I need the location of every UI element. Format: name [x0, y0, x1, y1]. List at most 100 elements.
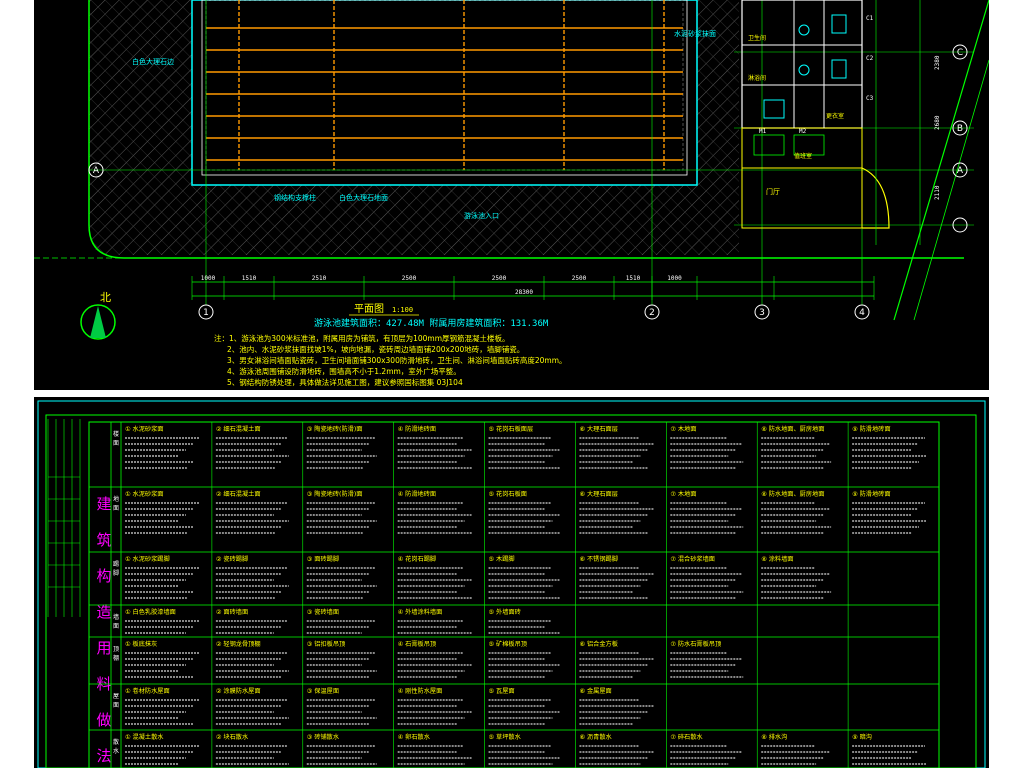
dim-label: 2500 [402, 275, 417, 282]
table-cell-title: ① 水泥砂浆面 [125, 425, 163, 433]
table-cell-title: ② 涂膜防水屋面 [216, 687, 261, 695]
table-cell-title: ② 细石混凝土面 [216, 490, 261, 498]
table-cell-title: ⑥ 金属屋面 [579, 687, 611, 695]
dim-label: 1000 [201, 275, 216, 282]
table-cell-title: ④ 花岗石踢脚 [398, 555, 436, 563]
side-title-char: 筑 [96, 531, 111, 549]
side-title-char: 造 [96, 603, 111, 621]
table-cell-title: ④ 防滑地砖面 [398, 425, 436, 433]
floor-plan-drawing: 1000 1510 2510 2500 2500 2500 1510 1000 28300 1 2… [34, 0, 989, 387]
table-cell-title: ⑤ 矿棉板吊顶 [489, 640, 527, 648]
axis-bubble-label: 3 [759, 308, 765, 318]
plan-title: 平面图 [354, 303, 384, 315]
table-frame [88, 421, 940, 768]
axis-bubble-label: 2 [649, 308, 655, 318]
row-category-char: 水 [113, 747, 119, 755]
table-cell-title: ② 细石混凝土面 [216, 425, 261, 433]
side-title-char: 建 [96, 495, 111, 513]
dim-label: 2510 [312, 275, 327, 282]
table-cell-title: ⑤ 木踢脚 [489, 555, 515, 563]
table-cell-title: ④ 石膏板吊顶 [398, 640, 436, 648]
table-cell-title: ④ 外墙涂料墙面 [398, 608, 443, 616]
table-cell-title: ⑦ 木地面 [670, 490, 696, 498]
table-cell-title: ⑥ 大理石面层 [579, 425, 617, 433]
table-cell-title: ① 卷材防水屋面 [125, 687, 170, 695]
table-cell-title: ③ 陶瓷地砖(防滑)面 [307, 425, 363, 433]
row-category-char: 墙 [113, 613, 119, 621]
table-cell-title: ③ 陶瓷地砖(防滑)面 [307, 490, 363, 498]
table-cell-title: ② 瓷砖踢脚 [216, 555, 248, 563]
row-category-char: 楼 [113, 430, 119, 438]
axis-bubble-label: 4 [859, 308, 865, 318]
table-cell-title: ⑤ 花岗石板面 [489, 490, 527, 498]
window-c2: C2 [866, 55, 874, 62]
dimension-lines: 1000 1510 2510 2500 2500 2500 1510 1000 28300 [191, 275, 875, 300]
row-axis-bubble-label: A [957, 166, 964, 176]
table-cell-title: ⑦ 防水石膏板吊顶 [670, 640, 721, 648]
table-cell-title: ⑥ 铝合金方板 [579, 640, 617, 648]
table-cell-title: ③ 瓷砖墙面 [307, 608, 339, 616]
table-cell-title: ⑤ 外墙面砖 [489, 608, 521, 616]
dim-label: 1510 [242, 275, 257, 282]
row-category-char: 面 [113, 440, 119, 447]
floor-plan-panel: 1000 1510 2510 2500 2500 2500 1510 1000 28300 1 2… [34, 0, 989, 390]
room-shower: 淋浴间 [748, 74, 766, 82]
side-title: 建筑构造用料做法 [96, 495, 111, 765]
door-m1: M1 [759, 128, 767, 135]
plan-note: 3、男女淋浴间墙面贴瓷砖，卫生间墙面铺300x300防滑地砖，卫生间、淋浴间墙面… [227, 355, 567, 365]
table-cell-title: ⑥ 沥青散水 [579, 733, 612, 741]
table-cell-title: ⑨ 防滑地砖面 [852, 425, 890, 433]
dim-right-1: 2380 [934, 55, 941, 70]
table-cell-title: ④ 刚性防水屋面 [398, 687, 443, 695]
table-cell-title: ⑧ 涂料墙面 [761, 555, 793, 563]
table-cell-title: ③ 保温屋面 [307, 687, 339, 695]
table-cell-title: ① 水泥砂浆面 [125, 490, 163, 498]
row-category-char: 散 [113, 738, 119, 746]
materials-table-panel: 建筑构造用料做法 楼面 ① 水泥砂浆面 ② 细石混凝土面 ③ 陶瓷地砖(防滑)面 ④ 防… [34, 397, 989, 768]
area-summary: 游泳池建筑面积：427.48M 附属用房建筑面积：131.36M [314, 317, 549, 329]
side-title-char: 构 [96, 567, 111, 585]
annotation-marble-floor: 白色大理石地面 [339, 193, 388, 202]
table-cell-title: ② 面砖墙面 [216, 608, 248, 616]
left-header-strip [47, 419, 81, 617]
table-cell-title: ② 块石散水 [216, 733, 249, 741]
table-cell-title: ④ 防滑地砖面 [398, 490, 436, 498]
plan-note: 4、游泳池周围铺设防滑地砖，围墙高不小于1.2mm，室外广场平整。 [227, 366, 461, 376]
table-cell-title: ⑧ 防水地面、厨房地面 [761, 490, 824, 498]
dim-right-2: 2680 [934, 115, 941, 130]
table-cell-title: ① 混凝土散水 [125, 733, 164, 741]
plan-notes: 注：1、游泳池为300米标准池，附属用房为铺筑，有顶层为100mm厚钢筋混凝土楼… [214, 333, 567, 387]
row-axis-bubble-label: C [957, 48, 963, 58]
annotation-marble-edge: 白色大理石边 [132, 57, 174, 66]
dim-label: 2500 [492, 275, 507, 282]
table-grid [88, 421, 940, 768]
table-cell-title: ⑦ 碎石散水 [670, 733, 703, 741]
row-category-char: 棚 [113, 654, 119, 662]
plan-scale: 1:100 [392, 306, 413, 314]
window-c3: C3 [866, 95, 874, 102]
table-cell-title: ⑨ 防滑地砖面 [852, 490, 890, 498]
table-cell-title: ⑦ 混合砂浆墙面 [670, 555, 715, 563]
dim-total: 28300 [515, 289, 533, 296]
annotation-mortar: 水泥砂浆抹面 [674, 29, 716, 38]
side-title-char: 做 [96, 711, 111, 729]
row-category-char: 面 [113, 505, 119, 512]
door-m2: M2 [799, 128, 807, 135]
row-axis-bubble-label: B [957, 124, 963, 134]
table-cell-title: ⑤ 草坪散水 [489, 733, 522, 741]
table-cell-title: ③ 铝扣板吊顶 [307, 640, 345, 648]
table-cell-title: ④ 卵石散水 [398, 733, 431, 741]
table-cell-title: ⑧ 排水沟 [761, 733, 787, 741]
dim-label: 2500 [572, 275, 587, 282]
axis-bubbles: 1 2 3 4 [198, 304, 870, 320]
annotation-entrance: 门厅 [766, 187, 780, 196]
table-cell-title: ⑤ 瓦屋面 [489, 688, 515, 695]
table-cell-title: ⑧ 防水地面、厨房地面 [761, 425, 824, 433]
table-cell-title: ⑤ 花岗石板面层 [489, 425, 534, 433]
table-cell-title: ③ 砖铺散水 [307, 733, 340, 741]
annotation-pool-entrance: 游泳池入口 [464, 211, 499, 220]
table-cell-title: ② 轻钢龙骨顶棚 [216, 640, 261, 648]
north-arrow-icon: 北 [80, 291, 116, 340]
row-axis-bubble-label: A [93, 166, 100, 176]
plan-note: 2、池内、水泥砂浆抹面找坡1%，坡向地漏，瓷砖周边墙面铺200x200地砖，墙脚… [227, 344, 524, 354]
